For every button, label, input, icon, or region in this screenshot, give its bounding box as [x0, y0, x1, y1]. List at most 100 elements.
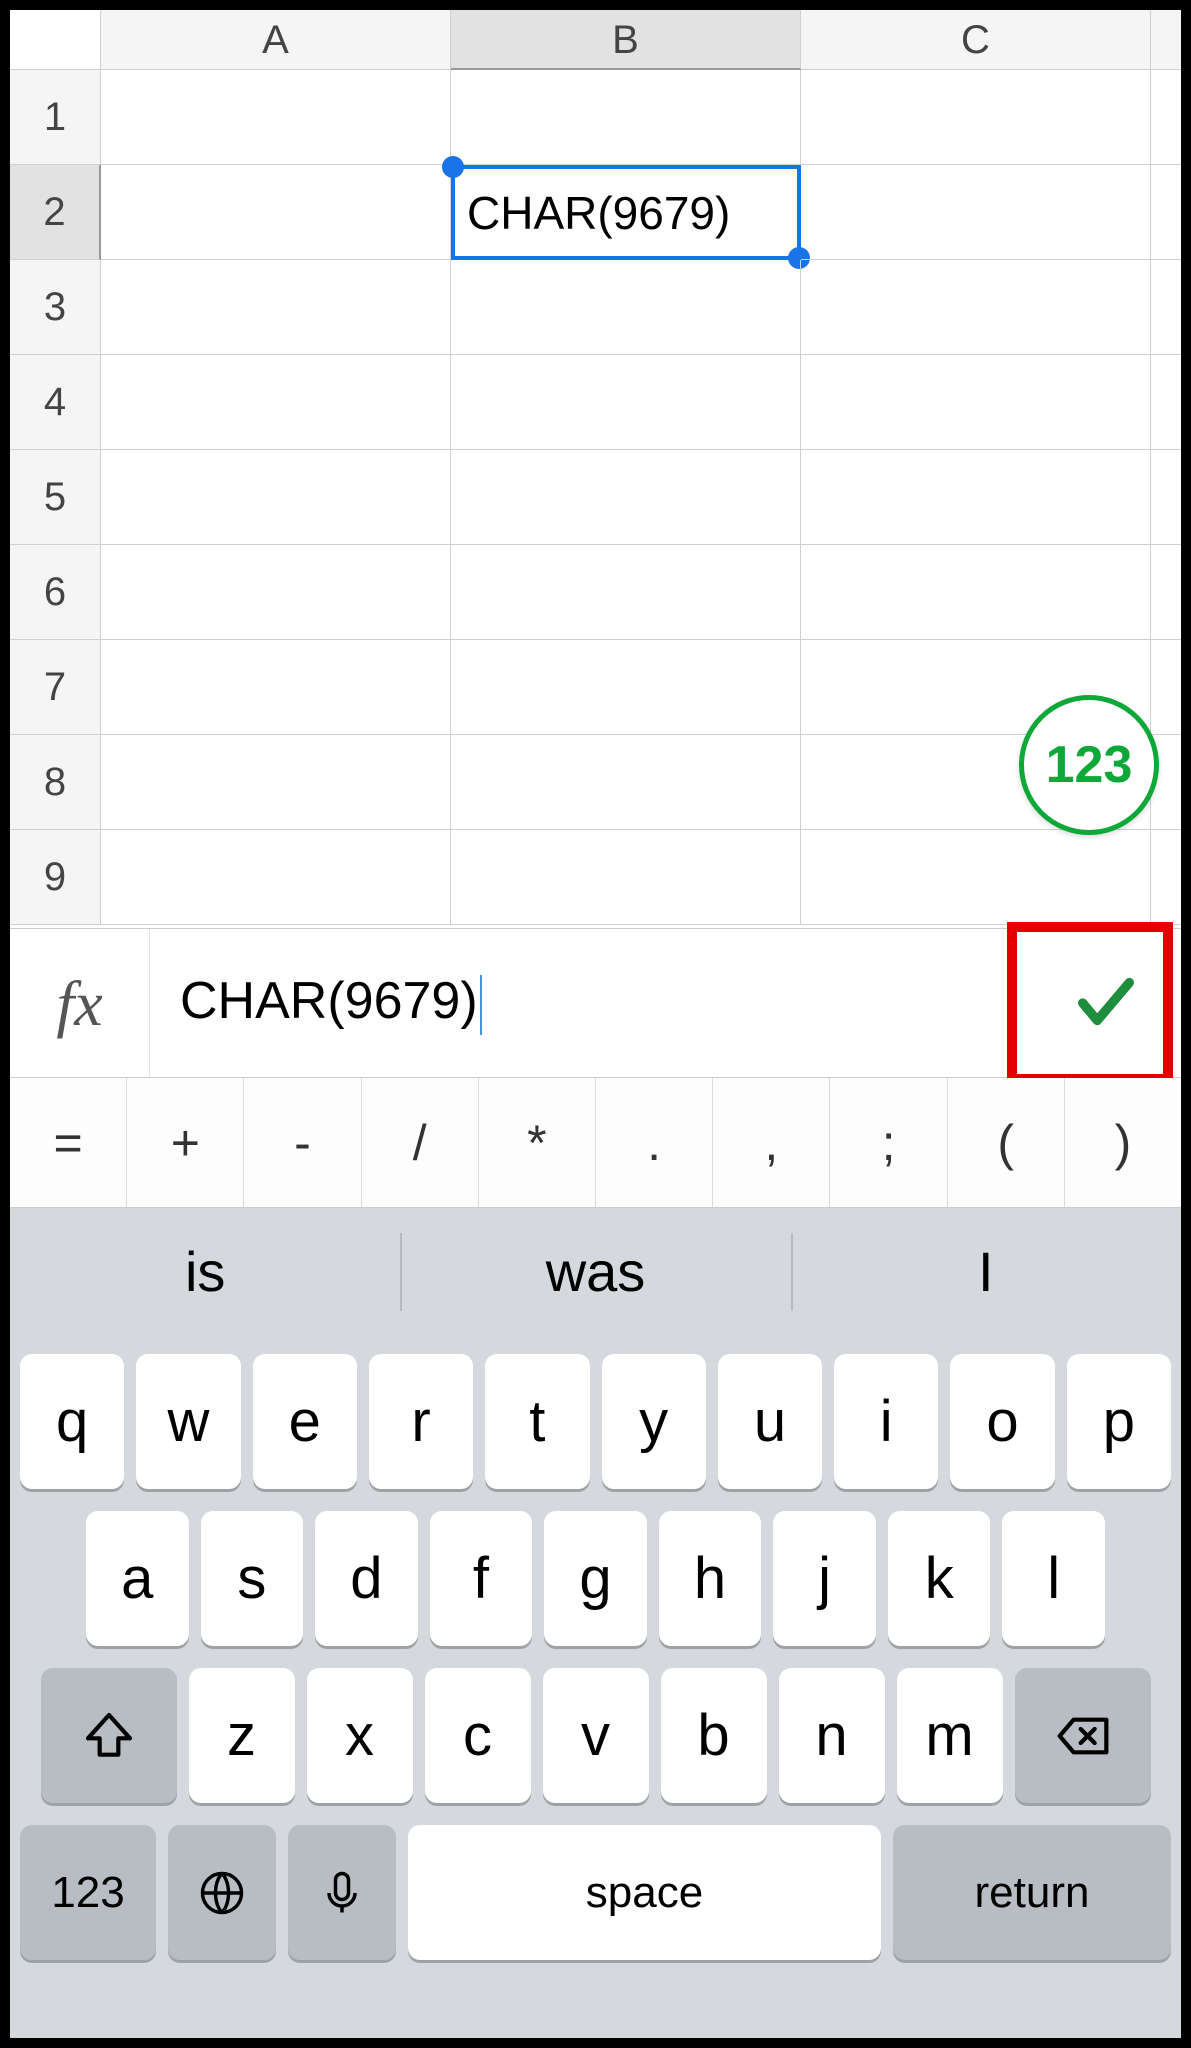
cell-a3[interactable] [101, 260, 451, 355]
row-header-5[interactable]: 5 [10, 450, 101, 545]
cell-a8[interactable] [101, 735, 451, 830]
symbol-semicolon[interactable]: ; [830, 1078, 947, 1207]
column-header-a[interactable]: A [101, 10, 451, 70]
row-header-4[interactable]: 4 [10, 355, 101, 450]
column-header-c[interactable]: C [801, 10, 1151, 70]
symbol-plus[interactable]: + [127, 1078, 244, 1207]
cell-c3[interactable] [801, 260, 1151, 355]
cell-edge [1151, 355, 1181, 450]
key-j[interactable]: j [773, 1511, 876, 1646]
key-k[interactable]: k [888, 1511, 991, 1646]
key-p[interactable]: p [1067, 1354, 1171, 1489]
row-header-3[interactable]: 3 [10, 260, 101, 355]
key-i[interactable]: i [834, 1354, 938, 1489]
key-d[interactable]: d [315, 1511, 418, 1646]
cell-c2[interactable] [801, 165, 1151, 260]
symbol-slash[interactable]: / [362, 1078, 479, 1207]
cell-a5[interactable] [101, 450, 451, 545]
key-w[interactable]: w [136, 1354, 240, 1489]
cell-b5[interactable] [451, 450, 801, 545]
key-t[interactable]: t [485, 1354, 589, 1489]
key-u[interactable]: u [718, 1354, 822, 1489]
key-m[interactable]: m [897, 1668, 1003, 1803]
key-z[interactable]: z [189, 1668, 295, 1803]
key-h[interactable]: h [659, 1511, 762, 1646]
spreadsheet-grid[interactable]: A B C 1 2 CHAR(9679) 3 [10, 10, 1181, 928]
symbol-period[interactable]: . [596, 1078, 713, 1207]
key-r[interactable]: r [369, 1354, 473, 1489]
key-y[interactable]: y [602, 1354, 706, 1489]
formula-input[interactable]: CHAR(9679) [150, 971, 1031, 1034]
numbers-key[interactable]: 123 [20, 1825, 156, 1960]
row-header-9[interactable]: 9 [10, 830, 101, 925]
symbol-minus[interactable]: - [244, 1078, 361, 1207]
suggestion-2[interactable]: was [400, 1208, 790, 1336]
cell-edge [1151, 640, 1181, 735]
key-c[interactable]: c [425, 1668, 531, 1803]
space-key[interactable]: space [408, 1825, 881, 1960]
cell-a4[interactable] [101, 355, 451, 450]
cell-b9[interactable] [451, 830, 801, 925]
dictation-key[interactable] [288, 1825, 396, 1960]
cell-b2-selected[interactable]: CHAR(9679) [451, 165, 801, 260]
row-header-2[interactable]: 2 [10, 165, 101, 260]
backspace-key[interactable] [1015, 1668, 1151, 1803]
key-v[interactable]: v [543, 1668, 649, 1803]
row-header-6[interactable]: 6 [10, 545, 101, 640]
cell-c5[interactable] [801, 450, 1151, 545]
cell-c9[interactable] [801, 830, 1151, 925]
symbol-comma[interactable]: , [713, 1078, 830, 1207]
return-key[interactable]: return [893, 1825, 1171, 1960]
key-q[interactable]: q [20, 1354, 124, 1489]
symbol-asterisk[interactable]: * [479, 1078, 596, 1207]
column-header-b[interactable]: B [451, 10, 801, 70]
symbol-open-paren[interactable]: ( [948, 1078, 1065, 1207]
row-header-8[interactable]: 8 [10, 735, 101, 830]
cell-edge [1151, 70, 1181, 165]
numeric-keypad-button[interactable]: 123 [1019, 695, 1159, 835]
row-header-7[interactable]: 7 [10, 640, 101, 735]
column-header-edge [1151, 10, 1181, 70]
shift-key[interactable] [41, 1668, 177, 1803]
cell-b1[interactable] [451, 70, 801, 165]
key-b[interactable]: b [661, 1668, 767, 1803]
backspace-icon [1055, 1708, 1111, 1764]
text-cursor [480, 975, 482, 1035]
cell-a1[interactable] [101, 70, 451, 165]
key-n[interactable]: n [779, 1668, 885, 1803]
selection-handle-top-left[interactable] [442, 156, 464, 178]
key-g[interactable]: g [544, 1511, 647, 1646]
symbol-toolbar: = + - / * . , ; ( ) [10, 1078, 1181, 1208]
key-o[interactable]: o [950, 1354, 1054, 1489]
select-all-corner[interactable] [10, 10, 101, 70]
cell-b7[interactable] [451, 640, 801, 735]
cell-b3[interactable] [451, 260, 801, 355]
cell-b6[interactable] [451, 545, 801, 640]
cell-a9[interactable] [101, 830, 451, 925]
cell-b8[interactable] [451, 735, 801, 830]
key-f[interactable]: f [430, 1511, 533, 1646]
key-e[interactable]: e [253, 1354, 357, 1489]
cell-c1[interactable] [801, 70, 1151, 165]
cell-a7[interactable] [101, 640, 451, 735]
row-header-1[interactable]: 1 [10, 70, 101, 165]
cell-edge [1151, 165, 1181, 260]
cell-c6[interactable] [801, 545, 1151, 640]
symbol-close-paren[interactable]: ) [1065, 1078, 1181, 1207]
key-l[interactable]: l [1002, 1511, 1105, 1646]
suggestion-3[interactable]: I [791, 1208, 1181, 1336]
fx-icon: fx [10, 929, 150, 1077]
key-a[interactable]: a [86, 1511, 189, 1646]
cell-a6[interactable] [101, 545, 451, 640]
suggestion-1[interactable]: is [10, 1208, 400, 1336]
cell-edge [1151, 545, 1181, 640]
cell-c4[interactable] [801, 355, 1151, 450]
cell-b4[interactable] [451, 355, 801, 450]
confirm-button[interactable] [1031, 928, 1181, 1078]
globe-key[interactable] [168, 1825, 276, 1960]
key-x[interactable]: x [307, 1668, 413, 1803]
cell-edge [1151, 450, 1181, 545]
key-s[interactable]: s [201, 1511, 304, 1646]
cell-a2[interactable] [101, 165, 451, 260]
symbol-equals[interactable]: = [10, 1078, 127, 1207]
